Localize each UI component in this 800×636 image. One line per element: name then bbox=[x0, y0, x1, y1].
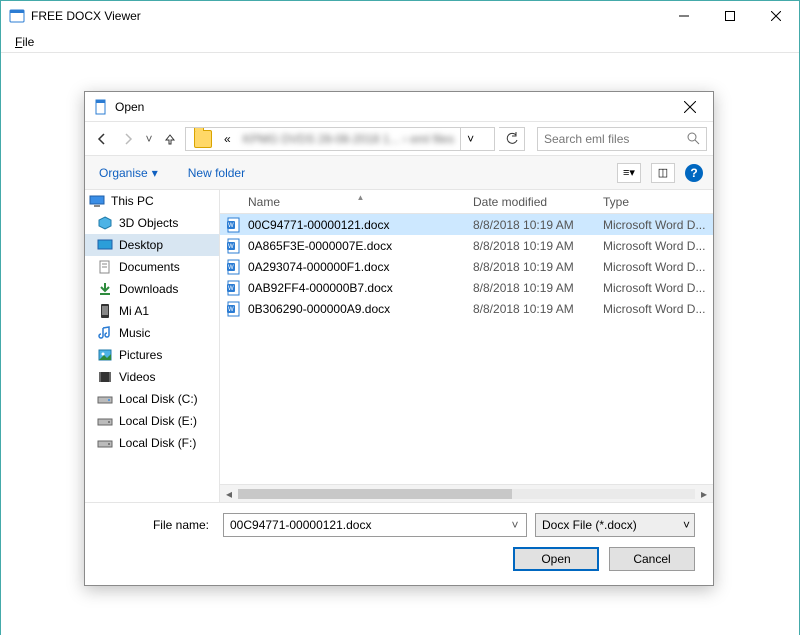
sidebar-item-disk-e[interactable]: Local Disk (E:) bbox=[85, 410, 219, 432]
organise-button[interactable]: Organise▾ bbox=[95, 164, 162, 182]
breadcrumb-path[interactable]: KPMG DVDS 28-08-2018 1... › eml files bbox=[237, 128, 460, 150]
horizontal-scrollbar[interactable]: ◂ ▸ bbox=[220, 484, 713, 502]
svg-text:W: W bbox=[228, 265, 234, 271]
file-row[interactable]: W 0A865F3E-0000007E.docx 8/8/2018 10:19 … bbox=[220, 235, 713, 256]
sidebar-item-3d-objects[interactable]: 3D Objects bbox=[85, 212, 219, 234]
file-row[interactable]: W 0B306290-000000A9.docx 8/8/2018 10:19 … bbox=[220, 298, 713, 319]
nav-up-button[interactable] bbox=[159, 128, 181, 150]
filename-input[interactable]: 00C94771-00000121.docx ˅ bbox=[223, 513, 527, 537]
sort-asc-icon: ▲ bbox=[357, 193, 365, 202]
docx-icon: W bbox=[226, 238, 242, 254]
docx-icon: W bbox=[226, 259, 242, 275]
sidebar-item-videos[interactable]: Videos bbox=[85, 366, 219, 388]
sidebar: This PC 3D Objects Desktop Documents Dow… bbox=[85, 190, 220, 502]
file-list: W 00C94771-00000121.docx 8/8/2018 10:19 … bbox=[220, 214, 713, 484]
docx-icon: W bbox=[226, 280, 242, 296]
pc-icon bbox=[89, 193, 105, 209]
file-row[interactable]: W 0AB92FF4-000000B7.docx 8/8/2018 10:19 … bbox=[220, 277, 713, 298]
column-type[interactable]: Type bbox=[603, 195, 713, 209]
chevron-down-icon[interactable]: ˅ bbox=[683, 518, 690, 532]
nav-row: ˅ « KPMG DVDS 28-08-2018 1... › eml file… bbox=[85, 122, 713, 156]
file-pane: ▲Name Date modified Type W 00C94771-0000… bbox=[220, 190, 713, 502]
nav-forward-button[interactable] bbox=[117, 128, 139, 150]
menubar: File bbox=[1, 31, 799, 53]
sidebar-this-pc[interactable]: This PC bbox=[85, 190, 219, 212]
open-button[interactable]: Open bbox=[513, 547, 599, 571]
dialog-close-button[interactable] bbox=[667, 92, 713, 122]
nav-back-button[interactable] bbox=[91, 128, 113, 150]
sidebar-item-music[interactable]: Music bbox=[85, 322, 219, 344]
svg-text:W: W bbox=[228, 307, 234, 313]
sidebar-item-disk-f[interactable]: Local Disk (F:) bbox=[85, 432, 219, 454]
sidebar-item-pictures[interactable]: Pictures bbox=[85, 344, 219, 366]
column-date[interactable]: Date modified bbox=[473, 195, 603, 209]
chevron-down-icon: ▾ bbox=[152, 166, 158, 180]
window-controls bbox=[661, 1, 799, 31]
breadcrumb-dropdown[interactable]: ˅ bbox=[460, 128, 480, 150]
sidebar-item-phone[interactable]: Mi A1 bbox=[85, 300, 219, 322]
documents-icon bbox=[97, 259, 113, 275]
scroll-left-icon[interactable]: ◂ bbox=[220, 487, 238, 501]
sidebar-item-documents[interactable]: Documents bbox=[85, 256, 219, 278]
cancel-button[interactable]: Cancel bbox=[609, 547, 695, 571]
search-input[interactable]: Search eml files bbox=[537, 127, 707, 151]
document-icon bbox=[93, 99, 109, 115]
drive-icon bbox=[97, 413, 113, 429]
download-icon bbox=[97, 281, 113, 297]
svg-text:W: W bbox=[228, 286, 234, 292]
preview-pane-button[interactable]: ◫ bbox=[651, 163, 675, 183]
docx-icon: W bbox=[226, 217, 242, 233]
file-row[interactable]: W 00C94771-00000121.docx 8/8/2018 10:19 … bbox=[220, 214, 713, 235]
docx-icon: W bbox=[226, 301, 242, 317]
sidebar-item-downloads[interactable]: Downloads bbox=[85, 278, 219, 300]
column-headers: ▲Name Date modified Type bbox=[220, 190, 713, 214]
svg-text:W: W bbox=[228, 223, 234, 229]
phone-icon bbox=[97, 303, 113, 319]
search-placeholder: Search eml files bbox=[544, 132, 687, 146]
app-icon bbox=[9, 8, 25, 24]
minimize-button[interactable] bbox=[661, 1, 707, 31]
cube-icon bbox=[97, 215, 113, 231]
dialog-title: Open bbox=[115, 100, 144, 114]
sidebar-item-desktop[interactable]: Desktop bbox=[85, 234, 219, 256]
app-titlebar: FREE DOCX Viewer bbox=[1, 1, 799, 31]
pictures-icon bbox=[97, 347, 113, 363]
breadcrumb[interactable]: « KPMG DVDS 28-08-2018 1... › eml files … bbox=[185, 127, 495, 151]
maximize-button[interactable] bbox=[707, 1, 753, 31]
newfolder-button[interactable]: New folder bbox=[184, 164, 249, 182]
menu-file[interactable]: File bbox=[9, 33, 40, 51]
app-title: FREE DOCX Viewer bbox=[31, 9, 141, 23]
dialog-titlebar: Open bbox=[85, 92, 713, 122]
search-icon bbox=[687, 132, 700, 145]
open-dialog: Open ˅ « KPMG DVDS 28-08-2018 1... › eml… bbox=[84, 91, 714, 586]
file-row[interactable]: W 0A293074-000000F1.docx 8/8/2018 10:19 … bbox=[220, 256, 713, 277]
help-button[interactable]: ? bbox=[685, 164, 703, 182]
music-icon bbox=[97, 325, 113, 341]
column-name[interactable]: ▲Name bbox=[248, 195, 473, 209]
toolbar: Organise▾ New folder ≡▾ ◫ ? bbox=[85, 156, 713, 190]
refresh-button[interactable] bbox=[499, 127, 525, 151]
filetype-filter[interactable]: Docx File (*.docx) ˅ bbox=[535, 513, 695, 537]
folder-icon bbox=[194, 130, 212, 148]
scroll-right-icon[interactable]: ▸ bbox=[695, 487, 713, 501]
drive-icon bbox=[97, 435, 113, 451]
videos-icon bbox=[97, 369, 113, 385]
filename-label: File name: bbox=[103, 518, 215, 532]
desktop-icon bbox=[97, 237, 113, 253]
dialog-footer: File name: 00C94771-00000121.docx ˅ Docx… bbox=[85, 502, 713, 585]
scroll-thumb[interactable] bbox=[238, 489, 512, 499]
svg-text:W: W bbox=[228, 244, 234, 250]
sidebar-item-disk-c[interactable]: Local Disk (C:) bbox=[85, 388, 219, 410]
chevron-down-icon[interactable]: ˅ bbox=[506, 516, 524, 534]
close-button[interactable] bbox=[753, 1, 799, 31]
view-mode-button[interactable]: ≡▾ bbox=[617, 163, 641, 183]
drive-icon bbox=[97, 391, 113, 407]
breadcrumb-chevron-icon: « bbox=[218, 128, 237, 150]
nav-recent-dropdown[interactable]: ˅ bbox=[143, 132, 155, 146]
